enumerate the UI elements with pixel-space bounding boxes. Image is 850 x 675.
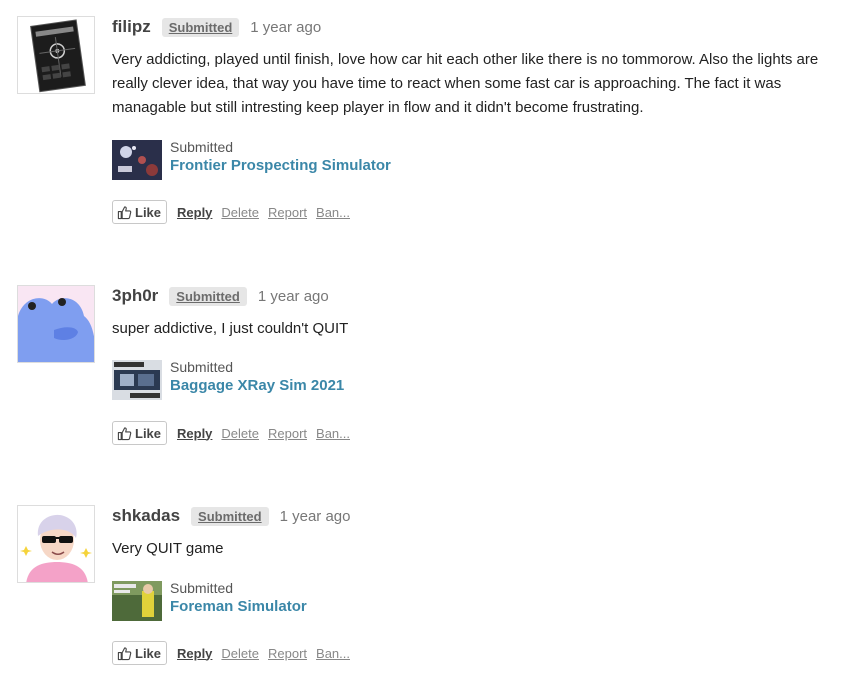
game-status: Submitted xyxy=(170,580,234,596)
delete-link[interactable]: Delete xyxy=(221,646,259,661)
username[interactable]: shkadas xyxy=(112,506,180,526)
reply-link[interactable]: Reply xyxy=(177,646,212,661)
thumbs-up-icon xyxy=(117,426,132,441)
game-title-link[interactable]: Foreman Simulator xyxy=(170,598,307,615)
comment-text: super addictive, I just couldn't QUIT xyxy=(112,320,349,337)
timestamp[interactable]: 1 year ago xyxy=(280,508,351,525)
game-status: Submitted xyxy=(170,359,234,375)
timestamp[interactable]: 1 year ago xyxy=(258,288,329,305)
like-label: Like xyxy=(135,425,162,441)
like-label: Like xyxy=(135,645,162,661)
report-link[interactable]: Report xyxy=(268,426,307,441)
avatar[interactable] xyxy=(17,16,95,94)
comment-header: 3ph0r Submitted 1 year ago xyxy=(112,283,329,309)
timestamp[interactable]: 1 year ago xyxy=(250,19,321,36)
game-thumbnail[interactable] xyxy=(112,360,162,400)
thumbs-up-icon xyxy=(117,205,132,220)
ban-link[interactable]: Ban... xyxy=(316,646,350,661)
game-status: Submitted xyxy=(170,139,234,155)
reply-link[interactable]: Reply xyxy=(177,205,212,220)
like-button[interactable]: Like xyxy=(112,641,168,665)
comment-actions: Like Reply Delete Report Ban... xyxy=(112,200,359,224)
username[interactable]: filipz xyxy=(112,17,151,37)
like-button[interactable]: Like xyxy=(112,421,168,445)
username[interactable]: 3ph0r xyxy=(112,286,158,306)
game-thumbnail[interactable] xyxy=(112,140,162,180)
reply-link[interactable]: Reply xyxy=(177,426,212,441)
comment-text: Very addicting, played until finish, lov… xyxy=(112,51,819,116)
report-link[interactable]: Report xyxy=(268,646,307,661)
ban-link[interactable]: Ban... xyxy=(316,205,350,220)
status-badge[interactable]: Submitted xyxy=(161,17,240,37)
like-label: Like xyxy=(135,204,162,220)
thumbs-up-icon xyxy=(117,646,132,661)
game-title-link[interactable]: Frontier Prospecting Simulator xyxy=(170,157,391,174)
comment-actions: Like Reply Delete Report Ban... xyxy=(112,421,359,445)
comment-actions: Like Reply Delete Report Ban... xyxy=(112,641,359,665)
game-title-link[interactable]: Baggage XRay Sim 2021 xyxy=(170,377,344,394)
comment-header: filipz Submitted 1 year ago xyxy=(112,14,321,40)
avatar[interactable] xyxy=(17,285,95,363)
report-link[interactable]: Report xyxy=(268,205,307,220)
game-thumbnail[interactable] xyxy=(112,581,162,621)
delete-link[interactable]: Delete xyxy=(221,426,259,441)
comment-text: Very QUIT game xyxy=(112,540,224,557)
like-button[interactable]: Like xyxy=(112,200,168,224)
comment-header: shkadas Submitted 1 year ago xyxy=(112,503,351,529)
status-badge[interactable]: Submitted xyxy=(191,506,269,526)
ban-link[interactable]: Ban... xyxy=(316,426,350,441)
delete-link[interactable]: Delete xyxy=(221,205,259,220)
avatar[interactable] xyxy=(17,505,95,583)
status-badge[interactable]: Submitted xyxy=(169,286,247,306)
